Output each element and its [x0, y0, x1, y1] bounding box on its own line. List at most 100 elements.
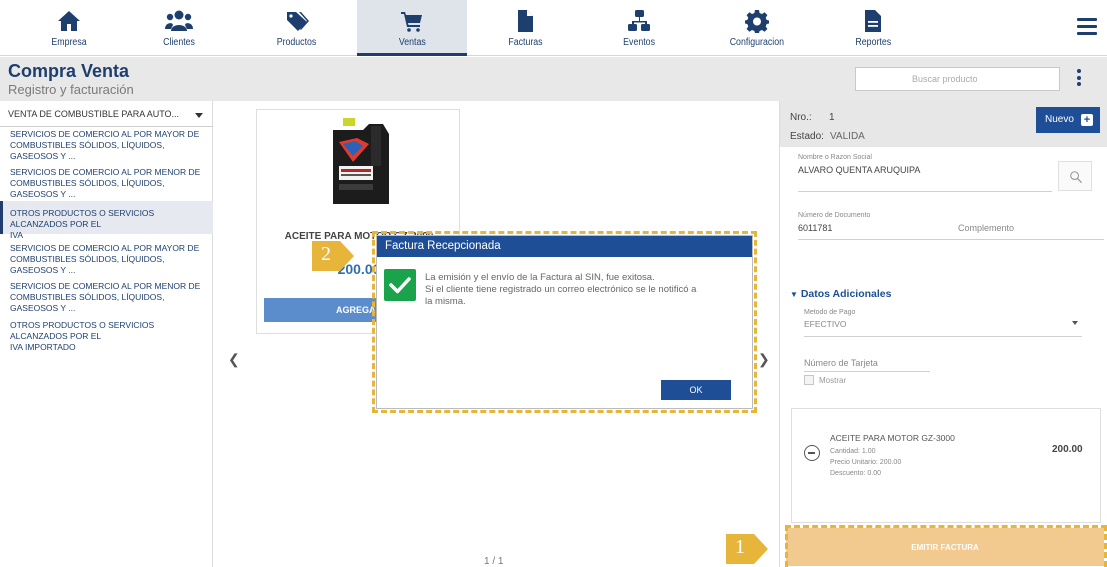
gear-icon — [745, 10, 769, 33]
invoice-header: Nro.: 1 Estado: VALIDA Nuevo + — [780, 101, 1107, 147]
network-icon — [628, 10, 650, 31]
page-title: Compra Venta — [8, 61, 130, 81]
tag-icon — [287, 12, 309, 31]
documento-field[interactable]: 6011781 — [798, 223, 832, 233]
nav-empresa[interactable]: Empresa — [14, 0, 124, 56]
category-line: SERVICIOS DE COMERCIO AL POR MENOR DE — [10, 167, 201, 177]
cart-item-name: ACEITE PARA MOTOR GZ-3000 — [830, 433, 955, 443]
metodo-pago-label: Metodo de Pago — [804, 309, 856, 316]
field-underline — [798, 191, 1052, 192]
field-underline — [798, 239, 958, 240]
razon-social-field[interactable]: ALVARO QUENTA ARUQUIPA — [798, 165, 920, 175]
step-1-highlight — [785, 525, 1107, 567]
nav-productos[interactable]: Productos — [242, 0, 352, 56]
cart-item-total: 200.00 — [1052, 444, 1083, 455]
search-input[interactable]: Buscar producto — [855, 67, 1060, 91]
category-line: OTROS PRODUCTOS O SERVICIOS ALCANZADOS P… — [10, 320, 155, 341]
category-item-selected[interactable]: OTROS PRODUCTOS O SERVICIOS ALCANZADOS P… — [0, 201, 213, 240]
nav-clientes[interactable]: Clientes — [124, 0, 234, 56]
ok-button[interactable]: OK — [661, 380, 731, 400]
nav-facturas[interactable]: Facturas — [470, 0, 580, 56]
cart-item-cantidad: Cantidad: 1.00 — [830, 448, 876, 455]
dialog-title: Factura Recepcionada — [377, 236, 752, 257]
check-icon — [384, 269, 416, 301]
datos-adicionales-label: Datos Adicionales — [800, 288, 892, 300]
mostrar-label: Mostrar — [819, 376, 847, 385]
nav-label: Reportes — [855, 37, 891, 48]
category-group-select[interactable]: VENTA DE COMBUSTIBLE PARA AUTO... — [0, 107, 213, 127]
top-navigation: Empresa Clientes Productos Ventas Factur… — [0, 0, 1107, 56]
cart-item: ACEITE PARA MOTOR GZ-3000 Cantidad: 1.00… — [791, 408, 1101, 523]
document-icon — [518, 10, 533, 32]
oil-bottle-image — [333, 118, 389, 204]
invoice-panel: Nro.: 1 Estado: VALIDA Nuevo + Nombre o … — [779, 101, 1107, 567]
mostrar-checkbox[interactable] — [804, 375, 814, 385]
nav-label: Eventos — [623, 37, 655, 48]
category-line: COMBUSTIBLES SÓLIDOS, LÍQUIDOS, GASEOSOS… — [10, 254, 165, 275]
documento-label: Número de Documento — [798, 212, 871, 219]
category-line: IVA IMPORTADO — [10, 342, 76, 352]
step-2-badge: 2 — [312, 241, 354, 271]
nuevo-button[interactable]: Nuevo + — [1036, 107, 1100, 133]
dialog-message-line: La emisión y el envío de la Factura al S… — [425, 272, 655, 283]
category-line: OTROS PRODUCTOS O SERVICIOS ALCANZADOS P… — [10, 208, 155, 229]
nav-label: Configuracion — [729, 37, 785, 48]
page-indicator: 1 / 1 — [484, 556, 504, 567]
category-panel: VENTA DE COMBUSTIBLE PARA AUTO... SERVIC… — [0, 101, 213, 567]
badge-pointer — [754, 534, 768, 564]
nav-label: Empresa — [51, 37, 87, 48]
page-header: Compra Venta Registro y facturación Busc… — [0, 57, 1107, 101]
cart-item-precio: Precio Unitario: 200.00 — [830, 459, 902, 466]
menu-icon[interactable] — [1077, 18, 1097, 36]
factura-recepcionada-dialog: Factura Recepcionada La emisión y el env… — [376, 235, 753, 409]
chevron-left-icon[interactable]: ❮ — [228, 351, 240, 368]
category-item[interactable]: SERVICIOS DE COMERCIO AL POR MENOR DE CO… — [0, 281, 213, 314]
complemento-field[interactable]: Complemento — [958, 223, 1014, 233]
category-line: SERVICIOS DE COMERCIO AL POR MAYOR DE — [10, 129, 200, 139]
nuevo-label: Nuevo — [1045, 114, 1074, 125]
category-line: SERVICIOS DE COMERCIO AL POR MENOR DE — [10, 281, 201, 291]
nav-eventos[interactable]: Eventos — [584, 0, 694, 56]
report-icon — [865, 10, 881, 32]
users-icon — [165, 10, 193, 31]
tarjeta-field[interactable]: Número de Tarjeta — [804, 358, 878, 368]
page-subtitle: Registro y facturación — [8, 82, 134, 97]
plus-icon: + — [1081, 114, 1093, 126]
nav-label: Clientes — [163, 37, 195, 48]
caret-down-icon: ▼ — [790, 290, 798, 299]
razon-social-label: Nombre o Razon Social — [798, 154, 872, 161]
nav-ventas[interactable]: Ventas — [357, 0, 467, 56]
field-underline — [958, 239, 1104, 240]
remove-item-icon[interactable] — [804, 445, 820, 461]
category-item[interactable]: SERVICIOS DE COMERCIO AL POR MAYOR DE CO… — [0, 243, 213, 276]
category-group-label: VENTA DE COMBUSTIBLE PARA AUTO... — [8, 109, 180, 119]
nav-label: Productos — [277, 37, 317, 48]
category-item[interactable]: OTROS PRODUCTOS O SERVICIOS ALCANZADOS P… — [0, 320, 213, 353]
step-number: 2 — [321, 243, 331, 265]
cart-item-descuento: Descuento: 0.00 — [830, 470, 881, 477]
category-line: COMBUSTIBLES SÓLIDOS, LÍQUIDOS, GASEOSOS… — [10, 292, 165, 313]
chevron-down-icon — [195, 113, 203, 118]
estado-label: Estado: — [790, 131, 824, 142]
search-icon — [1070, 171, 1083, 184]
chevron-down-icon — [1072, 321, 1078, 325]
field-underline — [804, 371, 930, 372]
nav-configuracion[interactable]: Configuracion — [702, 0, 812, 56]
nro-label: Nro.: — [790, 112, 812, 123]
datos-adicionales-toggle[interactable]: ▼ Datos Adicionales — [790, 288, 891, 300]
category-item[interactable]: SERVICIOS DE COMERCIO AL POR MAYOR DE CO… — [0, 129, 213, 162]
dialog-message-line: Si el cliente tiene registrado un correo… — [425, 284, 697, 295]
category-line: COMBUSTIBLES SÓLIDOS, LÍQUIDOS, GASEOSOS… — [10, 178, 165, 199]
nav-label: Ventas — [398, 37, 426, 48]
nav-reportes[interactable]: Reportes — [818, 0, 928, 56]
nro-value: 1 — [829, 112, 835, 123]
field-underline — [804, 336, 1082, 337]
client-search-button[interactable] — [1058, 161, 1092, 191]
category-line: SERVICIOS DE COMERCIO AL POR MAYOR DE — [10, 243, 200, 253]
dialog-message-line: la misma. — [425, 296, 466, 307]
metodo-pago-select[interactable]: EFECTIVO — [804, 319, 847, 329]
more-options-icon[interactable] — [1077, 69, 1083, 91]
cart-icon — [401, 12, 422, 32]
chevron-right-icon[interactable]: ❯ — [758, 351, 770, 368]
category-item[interactable]: SERVICIOS DE COMERCIO AL POR MENOR DE CO… — [0, 167, 213, 200]
